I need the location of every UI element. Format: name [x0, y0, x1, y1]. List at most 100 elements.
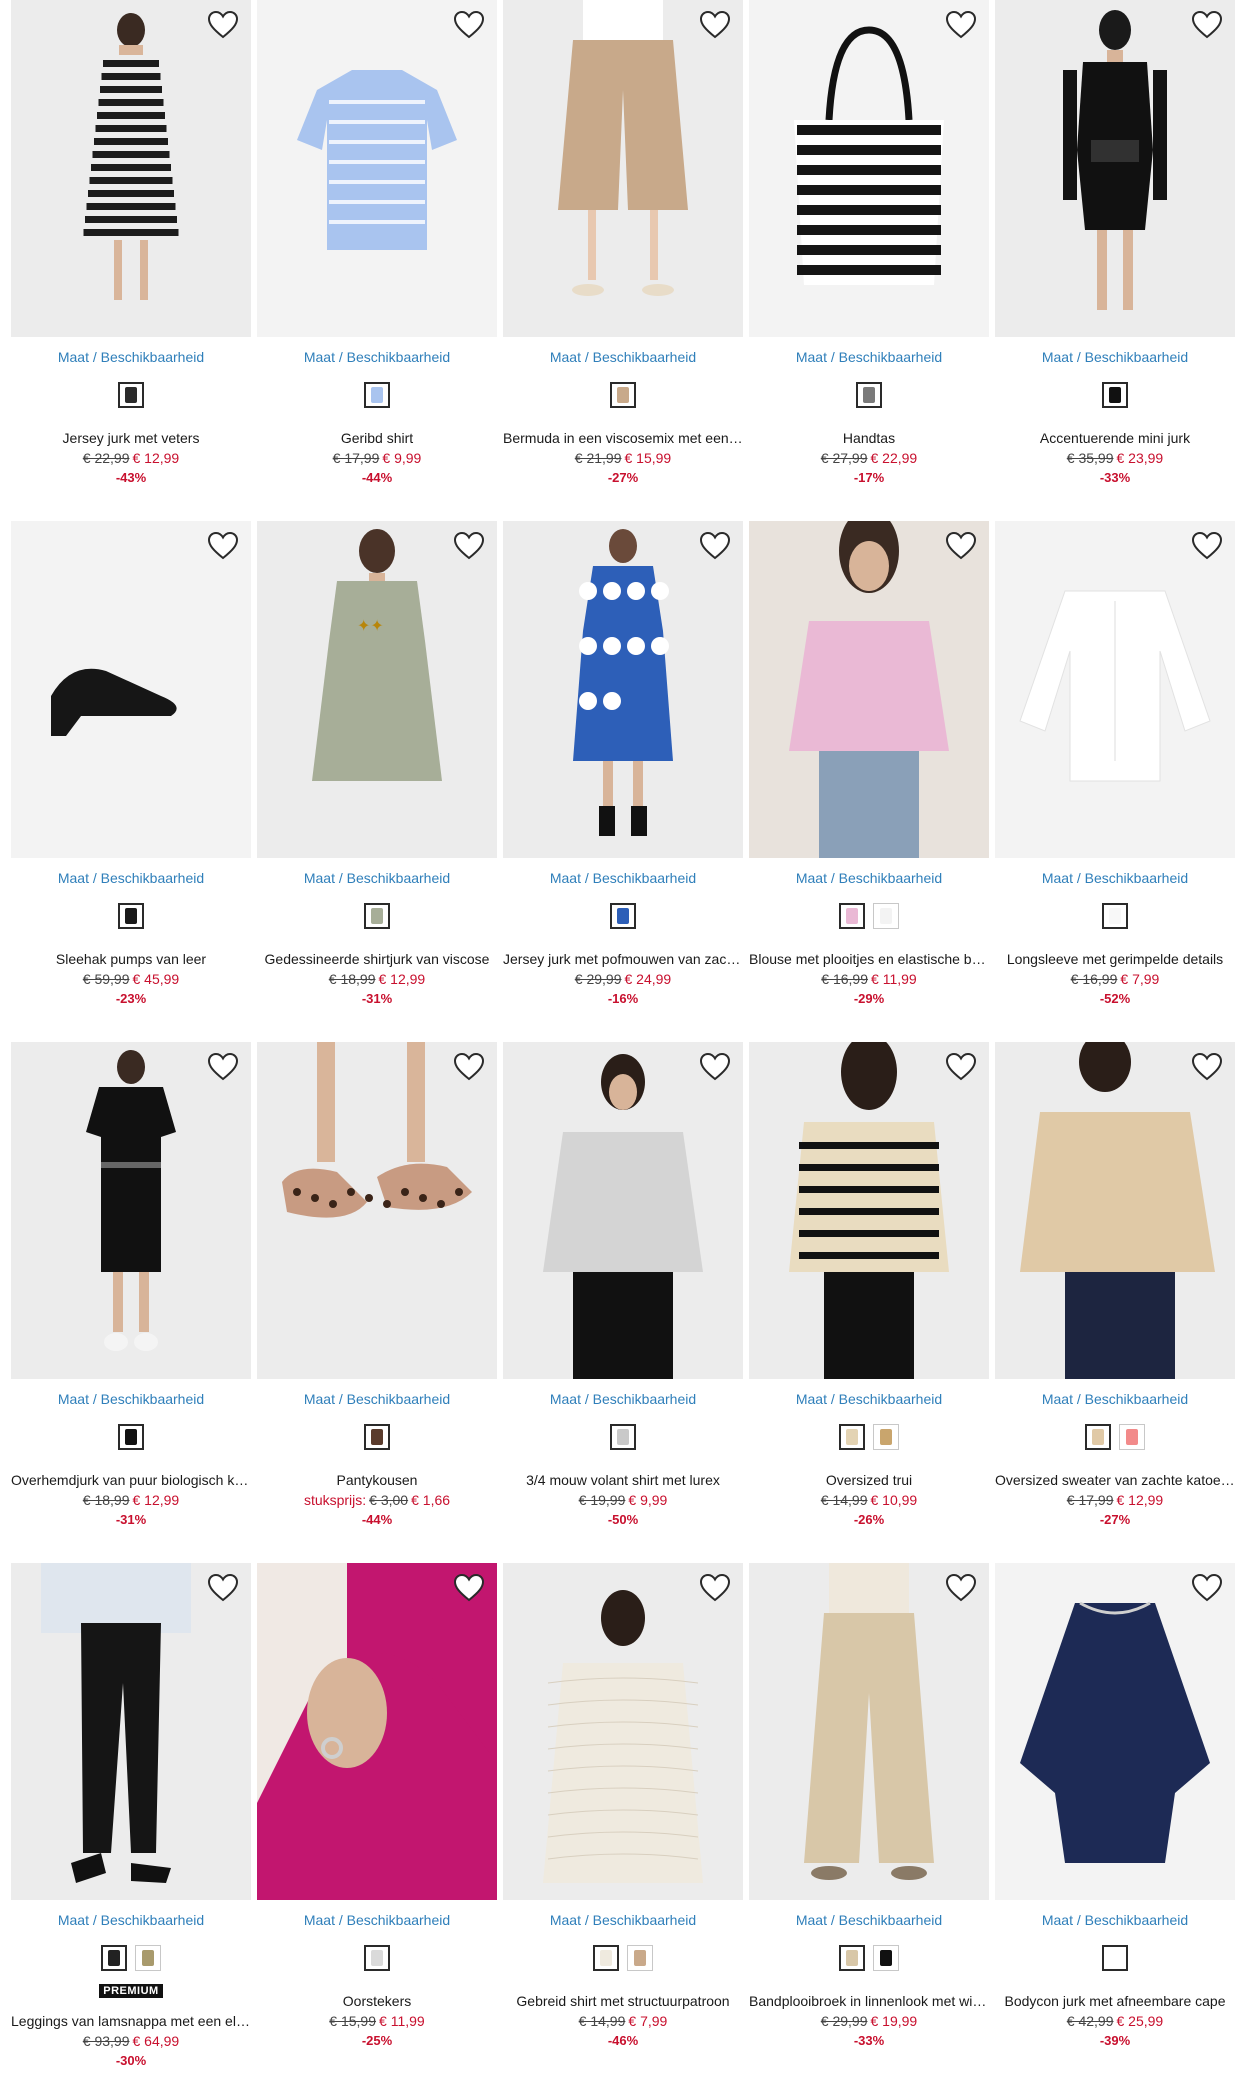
wishlist-heart-icon[interactable] — [945, 1052, 977, 1082]
product-image[interactable] — [749, 1042, 989, 1379]
product-card[interactable]: Maat / Beschikbaarheid Bandplooibroek in… — [749, 1563, 989, 2084]
color-swatch[interactable] — [364, 903, 390, 929]
product-image[interactable] — [503, 0, 743, 337]
color-swatch[interactable] — [101, 1945, 127, 1971]
size-availability-link[interactable]: Maat / Beschikbaarheid — [749, 1912, 989, 1928]
product-name[interactable]: Handtas — [749, 430, 989, 446]
size-availability-link[interactable]: Maat / Beschikbaarheid — [995, 1391, 1235, 1407]
wishlist-heart-icon[interactable] — [453, 531, 485, 561]
product-name[interactable]: Bandplooibroek in linnenlook met wijde p… — [749, 1993, 989, 2009]
product-name[interactable]: Gebreid shirt met structuurpatroon — [503, 1993, 743, 2009]
product-card[interactable]: Maat / Beschikbaarheid Jersey jurk met p… — [503, 521, 743, 1042]
size-availability-link[interactable]: Maat / Beschikbaarheid — [749, 1391, 989, 1407]
product-card[interactable]: Maat / Beschikbaarheid Gebreid shirt met… — [503, 1563, 743, 2084]
product-name[interactable]: Oorstekers — [257, 1993, 497, 2009]
color-swatch[interactable] — [1102, 903, 1128, 929]
size-availability-link[interactable]: Maat / Beschikbaarheid — [995, 349, 1235, 365]
color-swatch[interactable] — [593, 1945, 619, 1971]
product-card[interactable]: Maat / Beschikbaarheid Bermuda in een vi… — [503, 0, 743, 521]
product-image[interactable] — [11, 1042, 251, 1379]
product-image[interactable] — [257, 1042, 497, 1379]
product-name[interactable]: Blouse met plooitjes en elastische band — [749, 951, 989, 967]
product-image[interactable] — [995, 0, 1235, 337]
product-image[interactable] — [11, 0, 251, 337]
product-image[interactable] — [257, 1563, 497, 1900]
product-name[interactable]: Gedessineerde shirtjurk van viscose — [257, 951, 497, 967]
wishlist-heart-icon[interactable] — [207, 10, 239, 40]
wishlist-heart-icon[interactable] — [945, 1573, 977, 1603]
color-swatch[interactable] — [856, 382, 882, 408]
wishlist-heart-icon[interactable] — [945, 531, 977, 561]
product-name[interactable]: Leggings van lamsnappa met een elastisch… — [11, 2013, 251, 2029]
color-swatch[interactable] — [135, 1945, 161, 1971]
color-swatch[interactable] — [873, 1424, 899, 1450]
product-name[interactable]: Oversized sweater van zachte katoenmix — [995, 1472, 1235, 1488]
color-swatch[interactable] — [364, 382, 390, 408]
color-swatch[interactable] — [364, 1424, 390, 1450]
color-swatch[interactable] — [839, 903, 865, 929]
product-card[interactable]: Maat / Beschikbaarheid Longsleeve met ge… — [995, 521, 1235, 1042]
wishlist-heart-icon[interactable] — [699, 1052, 731, 1082]
product-name[interactable]: Bermuda in een viscosemix met een hoge b… — [503, 430, 743, 446]
wishlist-heart-icon[interactable] — [207, 531, 239, 561]
color-swatch[interactable] — [873, 903, 899, 929]
size-availability-link[interactable]: Maat / Beschikbaarheid — [503, 1912, 743, 1928]
product-card[interactable]: Maat / Beschikbaarheid Handtas € 27,99 € … — [749, 0, 989, 521]
color-swatch[interactable] — [1085, 1424, 1111, 1450]
wishlist-heart-icon[interactable] — [453, 10, 485, 40]
product-card[interactable]: Maat / Beschikbaarheid Jersey jurk met v… — [11, 0, 251, 521]
size-availability-link[interactable]: Maat / Beschikbaarheid — [749, 349, 989, 365]
size-availability-link[interactable]: Maat / Beschikbaarheid — [11, 870, 251, 886]
size-availability-link[interactable]: Maat / Beschikbaarheid — [995, 870, 1235, 886]
wishlist-heart-icon[interactable] — [699, 1573, 731, 1603]
product-image[interactable] — [749, 0, 989, 337]
color-swatch[interactable] — [1119, 1424, 1145, 1450]
product-image[interactable] — [503, 1042, 743, 1379]
wishlist-heart-icon[interactable] — [1191, 1052, 1223, 1082]
size-availability-link[interactable]: Maat / Beschikbaarheid — [11, 1391, 251, 1407]
product-card[interactable]: Maat / Beschikbaarheid Geribd shirt € 17… — [257, 0, 497, 521]
color-swatch[interactable] — [118, 382, 144, 408]
product-image[interactable] — [749, 1563, 989, 1900]
product-name[interactable]: Geribd shirt — [257, 430, 497, 446]
wishlist-heart-icon[interactable] — [699, 10, 731, 40]
color-swatch[interactable] — [839, 1424, 865, 1450]
wishlist-heart-icon[interactable] — [207, 1052, 239, 1082]
size-availability-link[interactable]: Maat / Beschikbaarheid — [11, 349, 251, 365]
product-name[interactable]: Overhemdjurk van puur biologisch katoen — [11, 1472, 251, 1488]
wishlist-heart-icon[interactable] — [207, 1573, 239, 1603]
product-card[interactable]: Maat / Beschikbaarheid Oversized sweater… — [995, 1042, 1235, 1563]
product-name[interactable]: Jersey jurk met pofmouwen van zachte jer… — [503, 951, 743, 967]
product-card[interactable]: Maat / Beschikbaarheid Blouse met plooit… — [749, 521, 989, 1042]
size-availability-link[interactable]: Maat / Beschikbaarheid — [257, 349, 497, 365]
product-image[interactable] — [257, 0, 497, 337]
size-availability-link[interactable]: Maat / Beschikbaarheid — [257, 1391, 497, 1407]
product-card[interactable]: Maat / Beschikbaarheid Oorstekers € 15,9… — [257, 1563, 497, 2084]
color-swatch[interactable] — [873, 1945, 899, 1971]
color-swatch[interactable] — [610, 903, 636, 929]
wishlist-heart-icon[interactable] — [1191, 10, 1223, 40]
product-card[interactable]: Maat / Beschikbaarheid Overhemdjurk van … — [11, 1042, 251, 1563]
size-availability-link[interactable]: Maat / Beschikbaarheid — [503, 349, 743, 365]
product-name[interactable]: Bodycon jurk met afneembare cape — [995, 1993, 1235, 2009]
product-name[interactable]: Accentuerende mini jurk — [995, 430, 1235, 446]
product-card[interactable]: Maat / Beschikbaarheid Bodycon jurk met … — [995, 1563, 1235, 2084]
color-swatch[interactable] — [1102, 1945, 1128, 1971]
color-swatch[interactable] — [118, 1424, 144, 1450]
wishlist-heart-icon[interactable] — [945, 10, 977, 40]
product-name[interactable]: 3/4 mouw volant shirt met lurex — [503, 1472, 743, 1488]
product-card[interactable]: Maat / Beschikbaarheid PREMIUM Leggings … — [11, 1563, 251, 2084]
color-swatch[interactable] — [627, 1945, 653, 1971]
wishlist-heart-icon[interactable] — [1191, 1573, 1223, 1603]
size-availability-link[interactable]: Maat / Beschikbaarheid — [995, 1912, 1235, 1928]
color-swatch[interactable] — [610, 1424, 636, 1450]
product-card[interactable]: Maat / Beschikbaarheid 3/4 mouw volant s… — [503, 1042, 743, 1563]
wishlist-heart-icon[interactable] — [453, 1052, 485, 1082]
product-image[interactable] — [503, 1563, 743, 1900]
product-image[interactable] — [11, 521, 251, 858]
color-swatch[interactable] — [118, 903, 144, 929]
size-availability-link[interactable]: Maat / Beschikbaarheid — [503, 1391, 743, 1407]
wishlist-heart-icon[interactable] — [453, 1573, 485, 1603]
product-image[interactable] — [995, 521, 1235, 858]
size-availability-link[interactable]: Maat / Beschikbaarheid — [11, 1912, 251, 1928]
